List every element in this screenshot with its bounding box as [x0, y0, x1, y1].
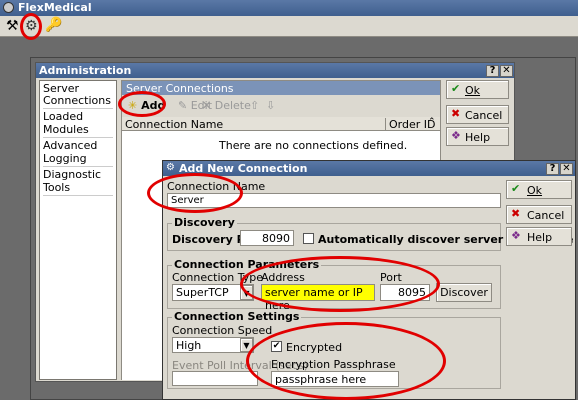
chevron-down-icon[interactable]: ▼ [240, 285, 253, 300]
dialog-help-label: Help [527, 231, 553, 244]
admin-cancel-label: Cancel [465, 109, 503, 122]
connection-name-input[interactable]: Server [167, 193, 501, 208]
app-logo-icon [3, 2, 14, 13]
tools-icon[interactable]: ⚒ [6, 18, 19, 34]
app-toolbar: ⚒ ⚙ 🔑 [0, 16, 578, 37]
panel-title: Server Connections [126, 82, 234, 95]
port-label: Port [380, 271, 402, 284]
admin-title: Administration [39, 64, 132, 77]
help-title-button[interactable]: ? [486, 65, 499, 77]
connection-speed-select[interactable]: High ▼ [172, 337, 254, 353]
nav-item-advanced-logging[interactable]: Advanced Logging [43, 138, 113, 167]
connection-speed-label: Connection Speed [172, 324, 273, 337]
address-input[interactable]: server name or IP here [261, 284, 375, 312]
delete-button[interactable]: ✕ Delete [202, 99, 251, 112]
dialog-ok-label: Ok [527, 184, 543, 197]
auto-discover-checkbox[interactable] [303, 233, 314, 244]
parameters-group: Connection Parameters Connection Type Su… [167, 258, 501, 312]
address-label: Address [261, 271, 305, 284]
close-title-button[interactable]: ✕ [500, 65, 513, 77]
nav-item-loaded-modules[interactable]: Loaded Modules [43, 109, 113, 138]
passphrase-input[interactable]: passphrase here [271, 371, 399, 387]
dialog-title-icon: ⚙ [166, 162, 175, 173]
dialog-close-title-button[interactable]: ✕ [560, 163, 573, 175]
encrypted-label: Encrypted [286, 341, 343, 354]
app-titlebar: FlexMedical [0, 0, 578, 16]
encrypted-checkbox[interactable]: ✔ [271, 341, 282, 352]
admin-titlebar: Administration ? ✕ [36, 63, 514, 78]
cancel-icon: ✖ [511, 207, 521, 220]
settings-group: Connection Settings Connection Speed Hig… [167, 310, 501, 389]
delete-label: Delete [214, 99, 251, 112]
chevron-down-icon[interactable]: ▼ [240, 338, 253, 352]
connection-type-label: Connection Type [172, 271, 264, 284]
cancel-icon: ✖ [451, 107, 461, 120]
key-icon[interactable]: 🔑 [45, 17, 62, 33]
poll-interval-input[interactable] [172, 371, 258, 386]
port-input[interactable]: 8095 [380, 284, 430, 301]
settings-title: Connection Settings [172, 310, 302, 323]
parameters-title: Connection Parameters [172, 258, 322, 271]
dialog-cancel-button[interactable]: ✖ Cancel [506, 205, 572, 224]
discovery-port-input[interactable]: 8090 [240, 230, 294, 246]
dialog-title: Add New Connection [179, 162, 308, 175]
panel-toolbar: ✳ Add ✎ Edit ✕ Delete ⇧ ⇩ [122, 96, 440, 116]
dialog-ok-button[interactable]: ✔ Ok [506, 180, 572, 199]
admin-ok-button[interactable]: ✔ Ok [446, 80, 509, 99]
empty-message: There are no connections defined. [219, 139, 408, 152]
connection-type-value: SuperTCP [176, 286, 229, 299]
passphrase-label: Encryption Passphrase [271, 358, 396, 371]
discovery-group: Discovery Discovery Port 8090 Automatica… [167, 216, 574, 251]
check-icon: ✔ [451, 82, 461, 95]
help-book-icon: ❖ [511, 229, 521, 242]
network-admin-icon[interactable]: ⚙ [25, 18, 38, 34]
nav-item-server-connections[interactable]: Server Connections [43, 82, 113, 109]
admin-help-button[interactable]: ❖ Help [446, 127, 509, 146]
sort-arrow-icon: ⌃ [428, 117, 436, 127]
app-title: FlexMedical [18, 1, 92, 14]
dialog-titlebar: ⚙ Add New Connection ? ✕ [163, 161, 575, 176]
move-up-icon[interactable]: ⇧ [250, 99, 259, 112]
discover-button[interactable]: Discover [436, 283, 492, 302]
add-button[interactable]: ✳ Add [128, 99, 165, 112]
table-header: Connection Name Order ID ⌃ [122, 117, 440, 131]
add-icon: ✳ [128, 99, 138, 112]
connection-speed-value: High [176, 339, 202, 352]
nav-item-diagnostic-tools[interactable]: Diagnostic Tools [43, 167, 113, 196]
panel-header: Server Connections [122, 81, 440, 95]
check-icon: ✔ [511, 182, 521, 195]
move-down-icon[interactable]: ⇩ [266, 99, 275, 112]
help-book-icon: ❖ [451, 129, 461, 142]
connection-type-select[interactable]: SuperTCP ▼ [172, 284, 254, 301]
dialog-help-button[interactable]: ❖ Help [506, 227, 572, 246]
column-connection-name[interactable]: Connection Name [125, 118, 223, 131]
admin-nav: Server Connections Loaded Modules Advanc… [39, 80, 117, 380]
connection-name-label: Connection Name [167, 180, 266, 193]
admin-cancel-button[interactable]: ✖ Cancel [446, 105, 509, 124]
dialog-cancel-label: Cancel [527, 209, 565, 222]
dialog-window: ⚙ Add New Connection ? ✕ Connection Name… [162, 160, 576, 400]
dialog-help-title-button[interactable]: ? [546, 163, 559, 175]
admin-help-label: Help [465, 131, 491, 144]
add-label: Add [141, 99, 166, 112]
admin-ok-label: Ok [465, 84, 481, 97]
discovery-title: Discovery [172, 216, 237, 229]
